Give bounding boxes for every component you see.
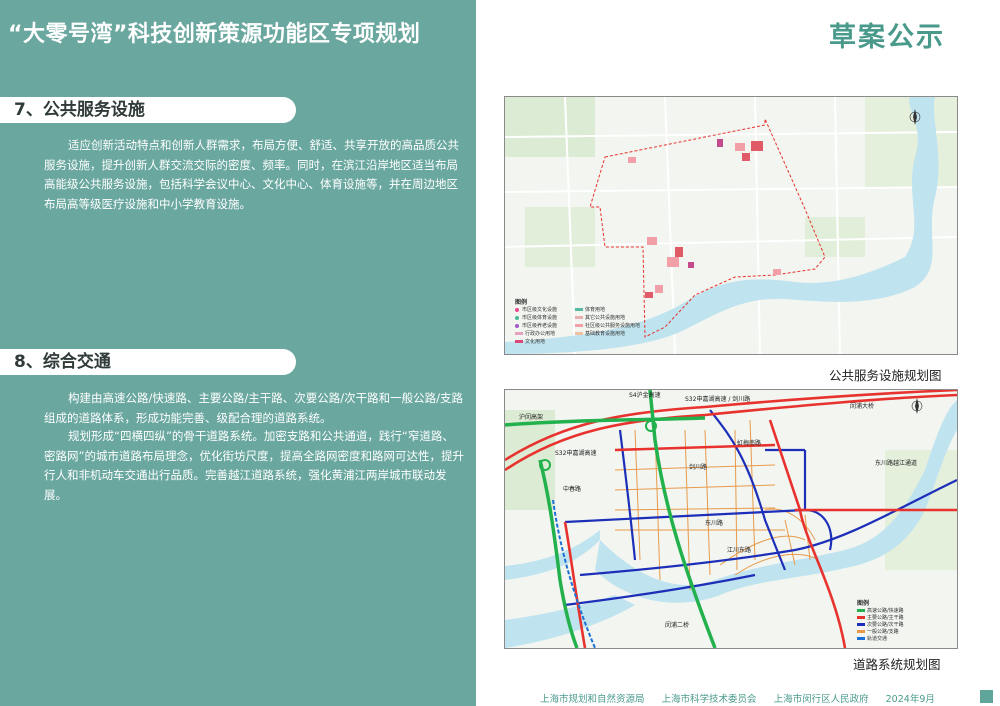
- footer-org-district: 上海市闵行区人民政府: [773, 694, 869, 705]
- legend-title: 图例: [515, 299, 528, 306]
- map-1-caption: 公共服务设施规划图: [829, 368, 942, 383]
- road-label: 东川路: [705, 520, 724, 527]
- legend-item: 市区级养老设施: [515, 322, 557, 329]
- road-label: 虹梅南路: [737, 440, 762, 447]
- road-label: S4沪金高速: [629, 392, 661, 399]
- legend-item: 市区级文化设施: [515, 306, 557, 313]
- legend-item: 一般公路/支路: [857, 628, 899, 635]
- legend-item: 行政办公用地: [515, 330, 555, 337]
- legend-item: 基础教育设施用地: [575, 330, 625, 337]
- footer-org-science: 上海市科学技术委员会: [661, 694, 757, 705]
- public-service-facilities-map: 图例 市区级文化设施 市区级体育设施 市区级养老设施 行政办公用地 文化用地 体…: [504, 96, 958, 355]
- section-heading-transport: 8、综合交通: [0, 349, 296, 375]
- road-label: 中春路: [563, 486, 582, 493]
- road-label: 剑川路: [689, 464, 708, 471]
- road-label: S32申嘉湖高速 / 剑川路: [685, 396, 751, 403]
- section-heading-text: 8、综合交通: [14, 352, 111, 372]
- road-label: 沪闵高架: [519, 414, 544, 421]
- public-services-paragraph: 适应创新活动特点和创新人群需求，布局方便、舒适、共享开放的高品质公共服务设施，提…: [44, 138, 459, 211]
- legend-item: 高速公路/快速路: [857, 607, 904, 614]
- legend-item: 次要公路/次干路: [857, 621, 904, 628]
- legend-item: 市区级体育设施: [515, 314, 557, 321]
- footer-org-planning: 上海市规划和自然资源局: [540, 694, 645, 705]
- map-1-graphic: [505, 97, 957, 354]
- footer: 上海市规划和自然资源局 上海市科学技术委员会 上海市闵行区人民政府 2024年9…: [540, 691, 949, 705]
- legend-item: 体育用地: [575, 306, 605, 313]
- footer-square-icon: [980, 690, 993, 703]
- road-system-map: S32申嘉湖高速 / 剑川路 S4沪金高速 沪闵高架 中春路 东川路 虹梅南路 …: [504, 389, 958, 649]
- legend-item: 轨道交通: [857, 635, 887, 642]
- road-label: 东川路越江通道: [875, 460, 918, 467]
- transport-paragraph-2: 规划形成“四横四纵”的骨干道路系统。加密支路和公共通道，践行“窄道路、密路网”的…: [44, 429, 464, 502]
- map-2-caption: 道路系统规划图: [853, 657, 941, 672]
- road-label: 闵浦大桥: [850, 403, 875, 410]
- road-label: 闵浦二桥: [665, 622, 690, 629]
- road-label: S32申嘉湖高速: [555, 450, 597, 457]
- footer-date: 2024年9月: [885, 694, 935, 705]
- road-label: 江川东路: [727, 547, 752, 554]
- draft-status-title: 草案公示: [829, 22, 945, 53]
- legend-item: 文化用地: [515, 338, 545, 345]
- legend-title: 图例: [857, 600, 870, 607]
- transport-paragraph-1: 构建由高速公路/快速路、主要公路/主干路、次要公路/次干路和一般公路/支路组成的…: [44, 391, 463, 425]
- page-title: “大零号湾”科技创新策源功能区专项规划: [8, 22, 421, 47]
- map-1-legend: 图例 市区级文化设施 市区级体育设施 市区级养老设施 行政办公用地 文化用地 体…: [515, 297, 651, 345]
- map-2-legend: 图例 高速公路/快速路 主要公路/主干路 次要公路/次干路 一般公路/支路 轨道…: [857, 598, 947, 642]
- section-heading-text: 7、公共服务设施: [14, 100, 145, 120]
- legend-item: 主要公路/主干路: [857, 614, 904, 621]
- section-heading-public-services: 7、公共服务设施: [0, 97, 296, 123]
- legend-item: 社区级公共服务设施用地: [575, 322, 640, 329]
- legend-item: 其它公共设施用地: [575, 314, 625, 321]
